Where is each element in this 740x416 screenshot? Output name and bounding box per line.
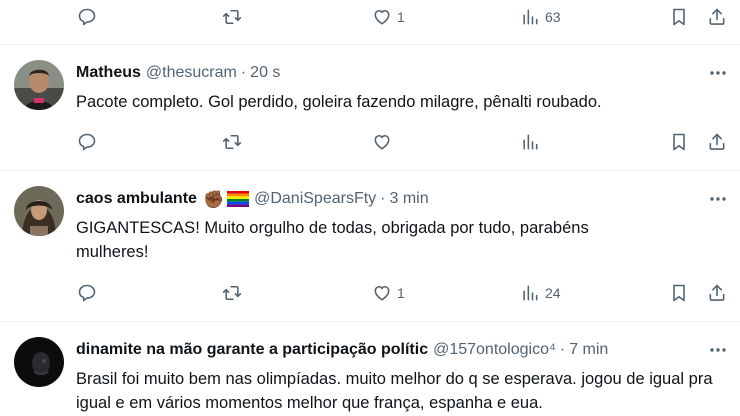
author-handle[interactable]: @DaniSpearsFty	[254, 190, 376, 208]
like-button[interactable]	[372, 128, 397, 156]
author-name[interactable]: caos ambulante	[76, 190, 197, 208]
tweet-header: Matheus @thesucram · 20 s	[76, 62, 280, 84]
timestamp[interactable]: 7 min	[569, 341, 608, 359]
separator: ·	[240, 64, 247, 81]
more-icon	[710, 71, 726, 75]
tweet-header: dinamite na mão garante a participação p…	[76, 339, 608, 361]
share-button[interactable]	[707, 279, 727, 307]
reply-icon	[78, 8, 96, 26]
author-name[interactable]: dinamite na mão garante a participação p…	[76, 341, 428, 359]
divider	[0, 44, 740, 45]
tweet-text: Pacote completo. Gol perdido, goleira fa…	[76, 93, 602, 111]
bookmark-button[interactable]	[669, 128, 689, 156]
author-handle[interactable]: @157ontologico⁴	[433, 341, 556, 359]
views-count: 24	[545, 285, 561, 301]
timestamp[interactable]: 3 min	[390, 190, 429, 208]
heart-icon	[374, 285, 390, 301]
like-button[interactable]: 1	[372, 3, 405, 31]
tweet-header: caos ambulante ✊🏾 @DaniSpearsFty · 3 min	[76, 188, 429, 210]
divider	[0, 321, 740, 322]
avatar[interactable]	[14, 60, 64, 110]
heart-icon	[374, 134, 390, 150]
like-count: 1	[397, 285, 405, 301]
more-options-button[interactable]	[708, 192, 728, 206]
views-button[interactable]: 63	[520, 3, 561, 31]
share-icon	[709, 284, 725, 301]
share-button[interactable]	[707, 128, 727, 156]
reply-icon	[78, 284, 96, 302]
heart-icon	[374, 9, 390, 25]
avatar[interactable]	[14, 337, 64, 387]
avatar[interactable]	[14, 186, 64, 236]
tweet-actions: 1 24	[0, 279, 740, 307]
tweet-actions	[0, 128, 740, 156]
reply-button[interactable]	[77, 3, 102, 31]
views-count: 63	[545, 9, 561, 25]
tweet-text: Brasil foi muito bem nas olimpíadas. mui…	[76, 370, 713, 412]
separator: ·	[559, 341, 566, 358]
avatar-photo	[14, 186, 64, 236]
raised-fist-emoji: ✊🏾	[202, 189, 225, 209]
bookmark-icon	[673, 284, 685, 302]
more-options-button[interactable]	[708, 343, 728, 357]
retweet-icon	[222, 134, 242, 150]
reply-icon	[78, 133, 96, 151]
retweet-icon	[222, 285, 242, 301]
bookmark-button[interactable]	[669, 279, 689, 307]
bookmark-button[interactable]	[669, 3, 689, 31]
more-options-button[interactable]	[708, 66, 728, 80]
more-icon	[710, 348, 726, 352]
more-icon	[710, 197, 726, 201]
bookmark-icon	[673, 133, 685, 151]
reply-button[interactable]	[77, 279, 102, 307]
retweet-icon	[222, 9, 242, 25]
like-button[interactable]: 1	[372, 279, 405, 307]
like-count: 1	[397, 9, 405, 25]
separator: ·	[380, 190, 386, 207]
reply-button[interactable]	[77, 128, 102, 156]
views-button[interactable]	[520, 128, 545, 156]
timestamp[interactable]: 20 s	[250, 64, 280, 82]
tweet-text: GIGANTESCAS! Muito orgulho de todas, obr…	[76, 219, 589, 261]
views-icon	[523, 9, 538, 25]
tweet-actions-top: 1 63	[0, 3, 740, 31]
rainbow-flag-icon	[227, 191, 250, 207]
author-name[interactable]: Matheus	[76, 64, 141, 82]
avatar-photo	[14, 60, 64, 110]
share-icon	[709, 133, 725, 150]
views-icon	[523, 285, 538, 301]
bookmark-icon	[673, 8, 685, 26]
share-button[interactable]	[707, 3, 727, 31]
views-button[interactable]: 24	[520, 279, 561, 307]
retweet-button[interactable]	[222, 279, 247, 307]
retweet-button[interactable]	[222, 128, 247, 156]
avatar-photo	[14, 337, 64, 387]
share-icon	[709, 8, 725, 25]
divider	[0, 170, 740, 171]
retweet-button[interactable]	[222, 3, 247, 31]
views-icon	[523, 134, 538, 150]
author-handle[interactable]: @thesucram	[146, 64, 237, 82]
